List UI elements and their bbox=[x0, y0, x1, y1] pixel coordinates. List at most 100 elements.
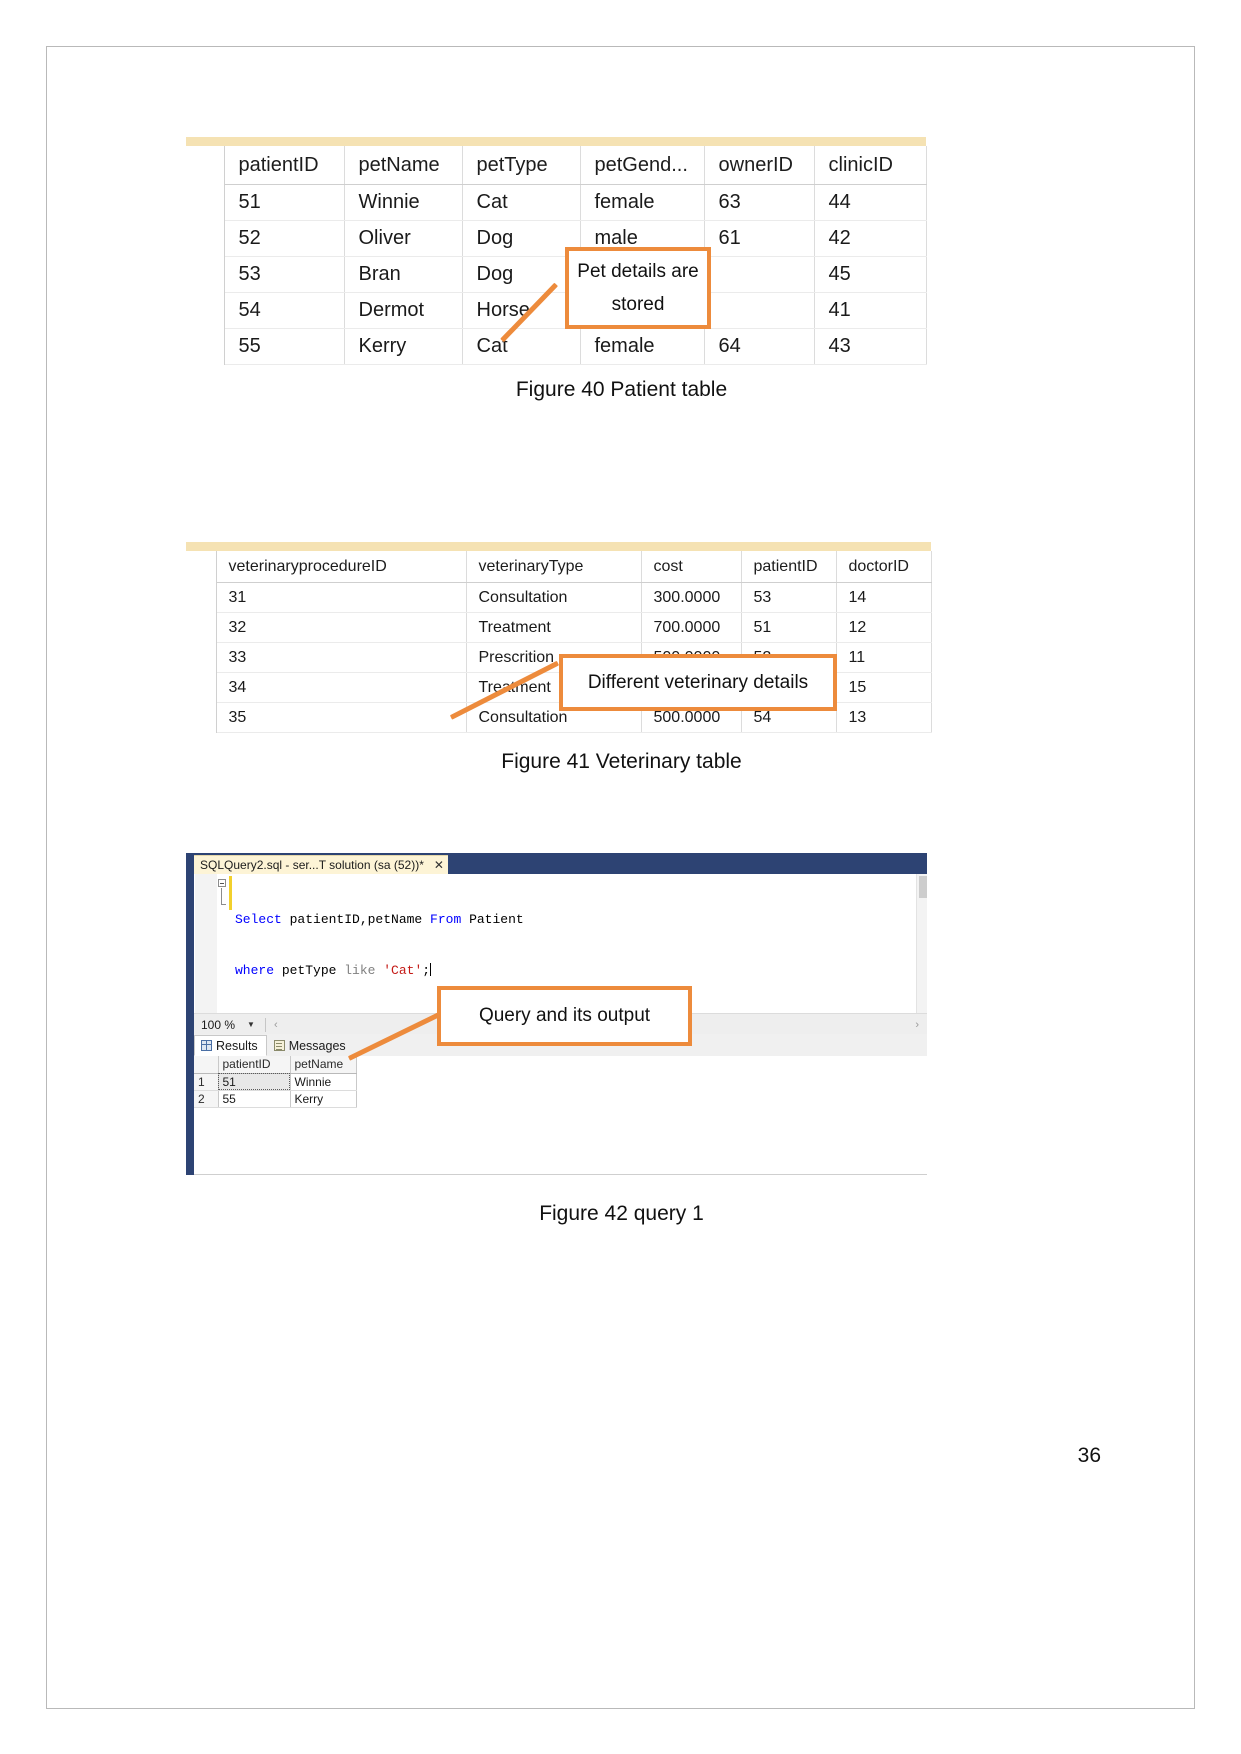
editor-tab-sqlquery2[interactable]: SQLQuery2.sql - ser...T solution (sa (52… bbox=[194, 855, 448, 874]
row-gutter bbox=[186, 702, 217, 733]
messages-icon bbox=[273, 1040, 285, 1051]
scroll-right-icon[interactable]: › bbox=[915, 1019, 919, 1031]
results-column-patientid[interactable]: patientID bbox=[218, 1056, 291, 1074]
cell-pettype: Dog bbox=[462, 220, 581, 257]
cell-veterinaryprocedureid: 34 bbox=[216, 672, 467, 703]
row-gutter bbox=[186, 184, 225, 221]
grid-icon bbox=[201, 1040, 212, 1051]
row-gutter bbox=[186, 256, 225, 293]
results-grid[interactable]: patientID petName 1 51 Winnie 2 55 Kerry bbox=[194, 1056, 357, 1108]
statusbar-divider bbox=[264, 1017, 266, 1032]
column-header-veterinaryprocedureid[interactable]: veterinaryprocedureID bbox=[216, 551, 467, 583]
column-header-doctorid[interactable]: doctorID bbox=[836, 551, 932, 583]
results-row[interactable]: 2 55 Kerry bbox=[194, 1090, 357, 1108]
row-number-header bbox=[194, 1056, 219, 1074]
cell-clinicid: 45 bbox=[814, 256, 927, 293]
cell-clinicid: 43 bbox=[814, 328, 927, 365]
table-row: 32 Treatment 700.0000 51 12 bbox=[186, 612, 932, 643]
scroll-left-icon[interactable]: ‹ bbox=[274, 1019, 278, 1031]
fold-stem bbox=[221, 888, 222, 905]
tab-results[interactable]: Results bbox=[194, 1035, 267, 1056]
cell-petname: Winnie bbox=[344, 184, 463, 221]
cell-pettype: Dog bbox=[462, 256, 581, 293]
window-left-edge bbox=[186, 853, 194, 1175]
unsaved-change-bar bbox=[229, 876, 232, 910]
cell-clinicid: 44 bbox=[814, 184, 927, 221]
row-gutter bbox=[186, 551, 217, 583]
page-number: 36 bbox=[1077, 1444, 1101, 1467]
row-gutter bbox=[186, 220, 225, 257]
results-cell-patientid[interactable]: 51 bbox=[218, 1073, 291, 1091]
callout-query-output: Query and its output bbox=[437, 986, 692, 1046]
callout-pet-details: Pet details are stored bbox=[565, 247, 711, 329]
table-header-row: patientID petName petType petGend... own… bbox=[186, 146, 927, 185]
column-header-ownerid[interactable]: ownerID bbox=[704, 146, 815, 185]
table-header-row: veterinaryprocedureID veterinaryType cos… bbox=[186, 551, 932, 583]
page-content: patientID petName petType petGend... own… bbox=[47, 47, 1196, 1710]
column-header-petgender[interactable]: petGend... bbox=[580, 146, 705, 185]
window-bottom-edge bbox=[194, 1174, 927, 1175]
table-top-band bbox=[186, 137, 926, 146]
code-folding-bar[interactable] bbox=[217, 874, 229, 1013]
cell-ownerid bbox=[704, 292, 815, 329]
table-row: 51 Winnie Cat female 63 44 bbox=[186, 184, 927, 221]
editor-tab-label: SQLQuery2.sql - ser...T solution (sa (52… bbox=[200, 858, 424, 872]
cell-pettype: Cat bbox=[462, 184, 581, 221]
close-icon[interactable]: ✕ bbox=[434, 859, 444, 871]
cell-veterinaryprocedureid: 31 bbox=[216, 582, 467, 613]
collapse-minus-icon[interactable] bbox=[218, 879, 226, 887]
cell-patientid: 54 bbox=[224, 292, 345, 329]
editor-gutter bbox=[195, 874, 217, 1013]
results-column-petname[interactable]: petName bbox=[290, 1056, 357, 1074]
cell-patientid: 55 bbox=[224, 328, 345, 365]
row-number: 2 bbox=[194, 1090, 219, 1108]
column-header-pettype[interactable]: petType bbox=[462, 146, 581, 185]
cell-petname: Kerry bbox=[344, 328, 463, 365]
cell-patientid: 51 bbox=[224, 184, 345, 221]
tab-messages-label: Messages bbox=[288, 1038, 346, 1053]
results-cell-patientid[interactable]: 55 bbox=[218, 1090, 291, 1108]
table-row: 55 Kerry Cat female 64 43 bbox=[186, 328, 927, 365]
cell-patientid: 53 bbox=[224, 256, 345, 293]
zoom-level-label: 100 % bbox=[201, 1017, 236, 1032]
row-gutter bbox=[186, 292, 225, 329]
column-header-patientid[interactable]: patientID bbox=[224, 146, 345, 185]
cell-patientid: 52 bbox=[224, 220, 345, 257]
cell-cost: 700.0000 bbox=[641, 612, 742, 643]
cell-veterinarytype: Treatment bbox=[466, 612, 642, 643]
cell-ownerid: 61 bbox=[704, 220, 815, 257]
column-header-clinicid[interactable]: clinicID bbox=[814, 146, 927, 185]
chevron-down-icon[interactable]: ▼ bbox=[247, 1020, 255, 1029]
cell-ownerid bbox=[704, 256, 815, 293]
fold-foot bbox=[221, 904, 226, 905]
code-line-1: Select patientID,petName From Patient bbox=[235, 912, 524, 927]
cell-pettype: Cat bbox=[462, 328, 581, 365]
row-gutter bbox=[186, 672, 217, 703]
results-cell-petname[interactable]: Kerry bbox=[290, 1090, 357, 1108]
row-gutter bbox=[186, 612, 217, 643]
column-header-cost[interactable]: cost bbox=[641, 551, 742, 583]
results-header-row: patientID petName bbox=[194, 1056, 357, 1074]
figure-caption-41: Figure 41 Veterinary table bbox=[501, 750, 742, 773]
column-header-petname[interactable]: petName bbox=[344, 146, 463, 185]
cell-petname: Oliver bbox=[344, 220, 463, 257]
column-header-veterinarytype[interactable]: veterinaryType bbox=[466, 551, 642, 583]
scrollbar-thumb[interactable] bbox=[919, 876, 927, 898]
column-header-patientid[interactable]: patientID bbox=[741, 551, 837, 583]
editor-vertical-scrollbar[interactable] bbox=[916, 874, 927, 1013]
cell-veterinaryprocedureid: 32 bbox=[216, 612, 467, 643]
cell-petname: Dermot bbox=[344, 292, 463, 329]
tab-messages[interactable]: Messages bbox=[267, 1035, 355, 1056]
cell-doctorid: 15 bbox=[836, 672, 932, 703]
cell-ownerid: 63 bbox=[704, 184, 815, 221]
cell-patientid: 51 bbox=[741, 612, 837, 643]
row-gutter bbox=[186, 642, 217, 673]
figure-caption-40: Figure 40 Patient table bbox=[515, 378, 728, 401]
row-gutter bbox=[186, 582, 217, 613]
results-row[interactable]: 1 51 Winnie bbox=[194, 1073, 357, 1091]
cell-veterinarytype: Consultation bbox=[466, 582, 642, 613]
cell-patientid: 53 bbox=[741, 582, 837, 613]
cell-ownerid: 64 bbox=[704, 328, 815, 365]
results-cell-petname[interactable]: Winnie bbox=[290, 1073, 357, 1091]
cell-clinicid: 41 bbox=[814, 292, 927, 329]
